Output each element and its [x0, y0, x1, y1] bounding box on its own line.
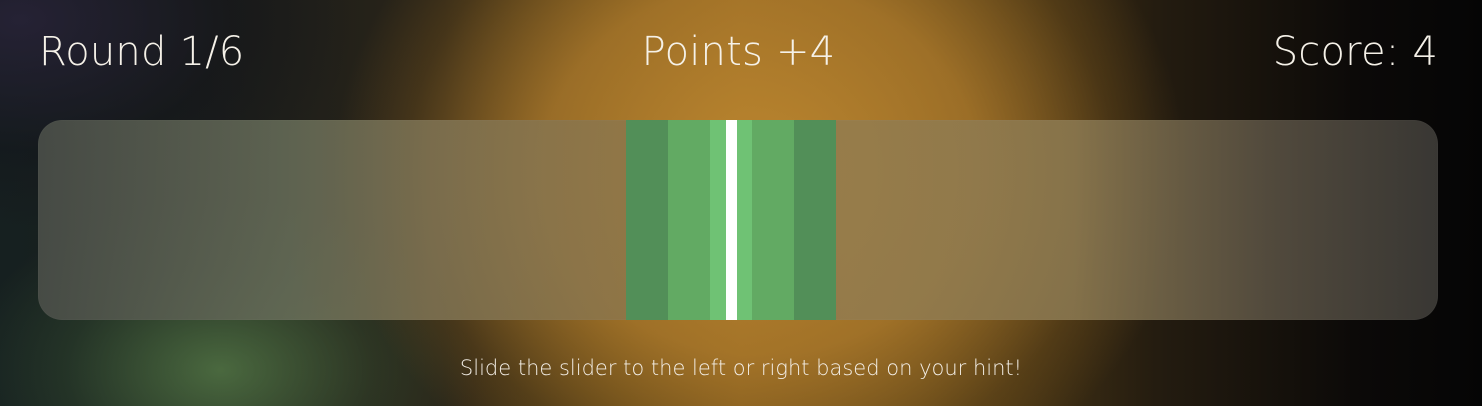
guess-slider-track[interactable] — [38, 120, 1438, 320]
hint-text: Slide the slider to the left or right ba… — [459, 356, 1023, 380]
target-zone — [626, 120, 836, 320]
round-counter: Round 1/6 — [39, 29, 245, 75]
game-hud: Round 1/6 Points +4 Score: 4 — [39, 22, 1438, 82]
target-zone-mid-right — [752, 120, 794, 320]
target-center-line — [726, 120, 737, 320]
score-display: Score: 4 — [1272, 29, 1438, 75]
points-display: Points +4 — [641, 29, 836, 75]
target-zone-outer-left — [626, 120, 668, 320]
target-zone-outer-right — [794, 120, 836, 320]
target-zone-mid-left — [668, 120, 710, 320]
